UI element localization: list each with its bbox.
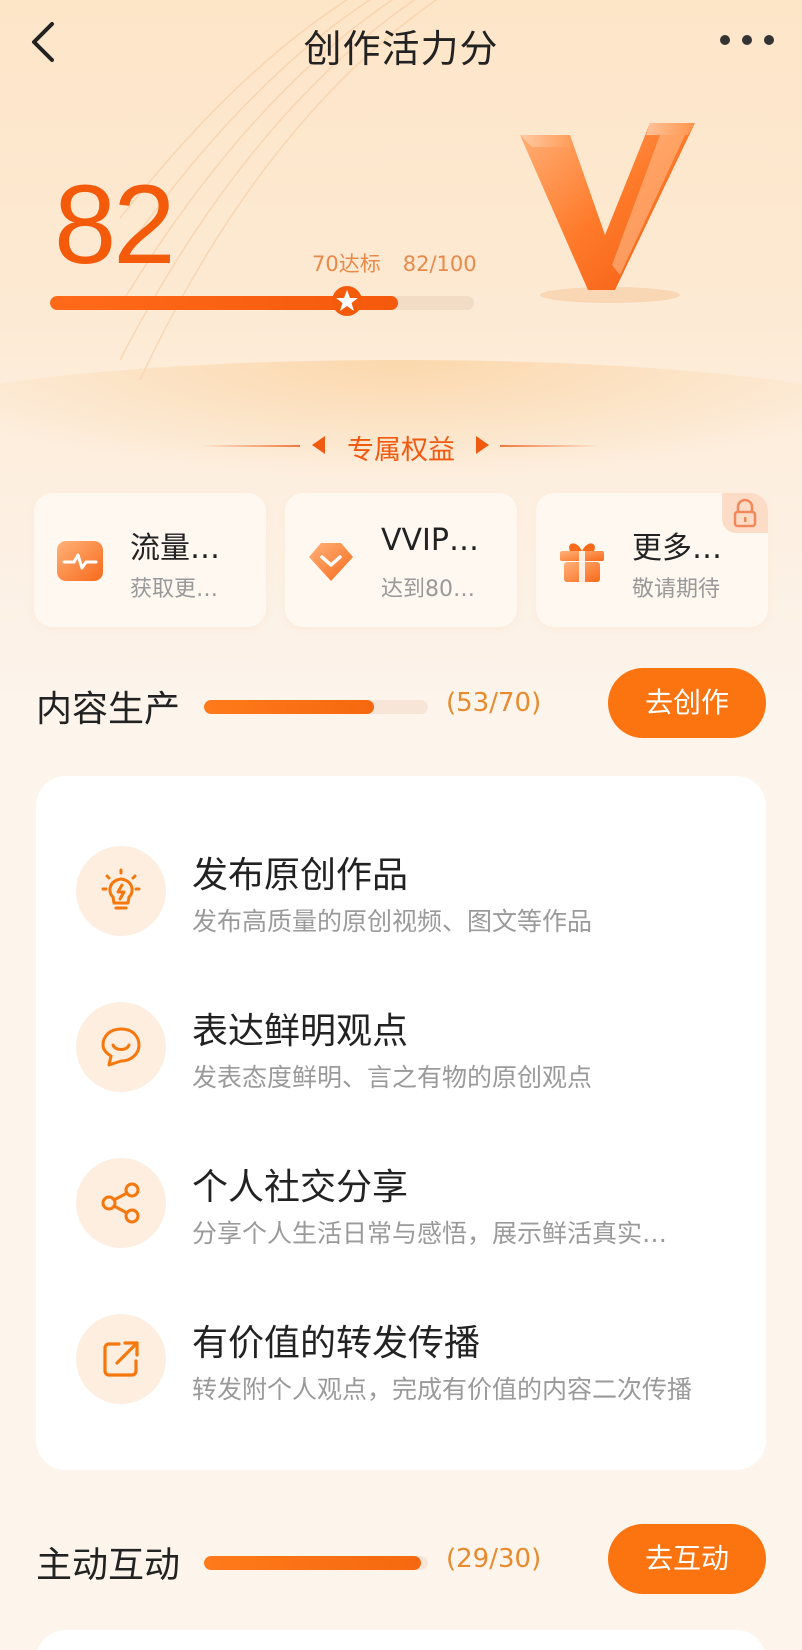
forward-icon	[103, 1341, 139, 1377]
interaction-tasks-card	[36, 1630, 766, 1650]
task-desc: 分享个人生活日常与感悟，展示鲜活真实…	[192, 1219, 668, 1248]
threshold-label: 70达标	[312, 252, 381, 276]
benefit-card-more[interactable]: 更多… 敬请期待	[536, 493, 768, 627]
score-labels: 70达标 82/100	[312, 248, 499, 278]
go-create-button[interactable]: 去创作	[608, 668, 766, 738]
top-bar: 创作活力分	[0, 0, 802, 86]
progress-label: 82/100	[402, 252, 477, 276]
task-name: 表达鲜明观点	[192, 1011, 409, 1052]
benefit-name: VVIP…	[381, 523, 479, 558]
smile-chat-icon	[101, 1027, 141, 1067]
section-progress-fill	[204, 700, 374, 714]
task-icon-circle	[76, 1314, 166, 1404]
benefits-title: 专属权益	[347, 435, 455, 466]
section-title: 主动互动	[36, 1545, 181, 1586]
section-count: (29/30)	[446, 1544, 542, 1574]
section-progress-track	[204, 700, 428, 714]
task-item[interactable]: 有价值的转发传播 转发附个人观点，完成有价值的内容二次传播	[36, 1296, 766, 1446]
task-name: 有价值的转发传播	[192, 1323, 481, 1364]
content-production-header: 内容生产 (53/70) 去创作	[0, 668, 802, 740]
task-icon-circle	[76, 1002, 166, 1092]
benefit-desc: 获取更…	[130, 577, 219, 602]
diamond-icon	[309, 543, 353, 581]
benefits-divider-right	[500, 445, 600, 447]
section-title: 内容生产	[36, 689, 181, 730]
score-progress-track	[50, 296, 474, 310]
benefit-desc: 敬请期待	[632, 577, 721, 602]
task-desc: 转发附个人观点，完成有价值的内容二次传播	[192, 1375, 693, 1404]
task-icon-circle	[76, 846, 166, 936]
lock-icon	[733, 498, 757, 528]
more-options-button[interactable]	[720, 30, 774, 50]
more-dot-icon	[720, 35, 730, 45]
more-dot-icon	[742, 35, 752, 45]
task-item[interactable]: 发布原创作品 发布高质量的原创视频、图文等作品	[36, 828, 766, 978]
benefit-name: 流量…	[130, 531, 220, 566]
lightbulb-icon	[101, 868, 141, 910]
page-title: 创作活力分	[303, 27, 499, 71]
gift-icon	[560, 543, 604, 582]
section-count: (53/70)	[446, 688, 542, 718]
section-progress-fill	[204, 1556, 421, 1570]
threshold-star-icon	[331, 286, 362, 316]
traffic-pulse-icon	[57, 541, 103, 581]
benefit-desc: 达到80…	[381, 577, 475, 602]
task-item[interactable]: 个人社交分享 分享个人生活日常与感悟，展示鲜活真实…	[36, 1140, 766, 1290]
task-name: 个人社交分享	[192, 1167, 409, 1208]
section-progress-track	[204, 1556, 428, 1570]
task-item[interactable]: 表达鲜明观点 发表态度鲜明、言之有物的原创观点	[36, 984, 766, 1134]
task-icon-circle	[76, 1158, 166, 1248]
active-interaction-header: 主动互动 (29/30) 去互动	[0, 1524, 802, 1596]
content-tasks-card: 发布原创作品 发布高质量的原创视频、图文等作品 表达鲜明观点 发表态度鲜明、言之…	[36, 776, 766, 1470]
lock-badge	[722, 493, 768, 533]
activity-score: 82	[54, 162, 176, 287]
benefit-card-vvip[interactable]: VVIP… 达到80…	[285, 493, 517, 627]
task-desc: 发表态度鲜明、言之有物的原创观点	[192, 1063, 593, 1092]
go-interact-button[interactable]: 去互动	[608, 1524, 766, 1594]
benefit-card-traffic[interactable]: 流量… 获取更…	[34, 493, 266, 627]
benefit-name: 更多…	[632, 531, 722, 566]
task-desc: 发布高质量的原创视频、图文等作品	[192, 907, 593, 936]
task-name: 发布原创作品	[192, 855, 409, 896]
vip-v-logo	[520, 123, 695, 303]
more-dot-icon	[764, 35, 774, 45]
benefits-right-arrow-icon	[476, 436, 489, 454]
share-icon	[101, 1182, 140, 1224]
